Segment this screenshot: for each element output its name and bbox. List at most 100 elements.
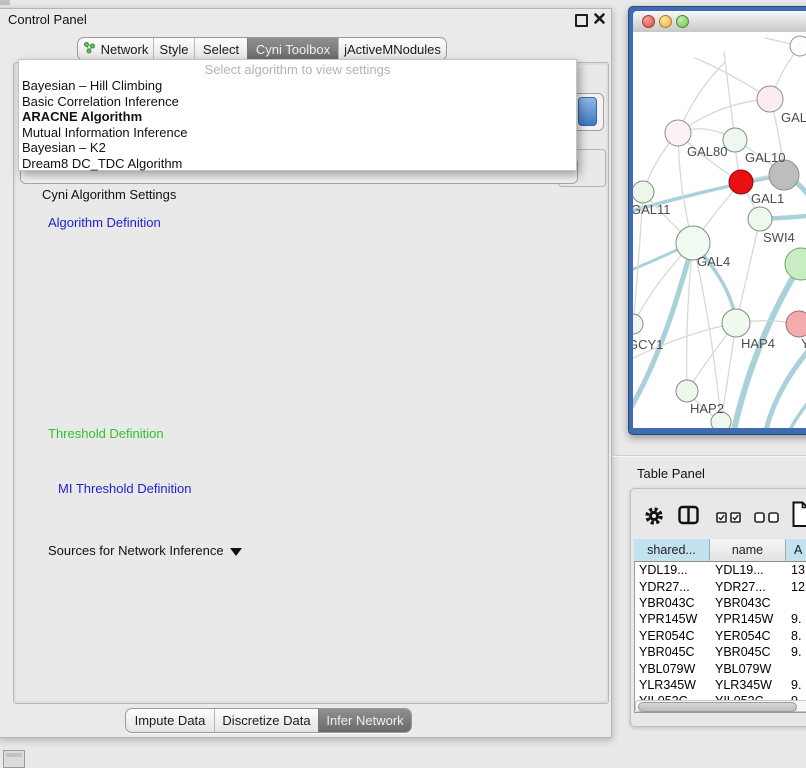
node-gal11[interactable]: [633, 181, 654, 203]
cyni-bottom-tabbar: Impute Data Discretize Data Infer Networ…: [125, 708, 412, 733]
table-row[interactable]: YBL079W YBL079W: [634, 660, 806, 676]
table-row[interactable]: YIL052C YIL052C 9: [634, 693, 806, 700]
dropdown-option-bayesian-hill-climbing[interactable]: Bayesian – Hill Climbing: [19, 78, 576, 94]
collapse-down-icon: [230, 548, 242, 556]
table-row[interactable]: YPR145W YPR145W 9.: [634, 611, 806, 627]
cell: YDR27...: [710, 580, 786, 594]
control-panel-tabbar: Network Style Select Cyni Toolbox jActiv…: [77, 37, 447, 61]
tab-impute-data[interactable]: Impute Data: [126, 709, 214, 732]
node-y[interactable]: [786, 311, 806, 337]
threshold-definition-title: Threshold Definition: [44, 426, 168, 441]
table-panel-title: Table Panel: [637, 466, 705, 481]
cell: YPR145W: [634, 612, 710, 626]
column-header-shared-name[interactable]: shared...: [634, 539, 710, 562]
node-gcy1[interactable]: [633, 314, 643, 334]
cell: 9.: [786, 678, 806, 692]
table-row[interactable]: YDR27... YDR27... 12: [634, 578, 806, 594]
tab-discretize-data[interactable]: Discretize Data: [214, 709, 318, 732]
cell: YLR345W: [634, 678, 710, 692]
tab-label: Network: [101, 42, 149, 57]
new-table-icon[interactable]: [792, 501, 806, 533]
tab-label: jActiveMNodules: [344, 42, 441, 57]
cell: YER054C: [634, 629, 710, 643]
node-unlabeled[interactable]: [790, 36, 806, 56]
table-row[interactable]: YDL19... YDL19... 13: [634, 562, 806, 578]
dropdown-option-dream8[interactable]: Dream8 DC_TDC Algorithm: [19, 156, 576, 172]
cell: YER054C: [710, 629, 786, 643]
tab-infer-network[interactable]: Infer Network: [318, 709, 411, 732]
close-panel-icon[interactable]: [593, 12, 606, 25]
select-all-icon[interactable]: [716, 512, 741, 523]
node-swi4[interactable]: [748, 207, 772, 231]
dropdown-option-aracne[interactable]: ARACNE Algorithm: [19, 109, 576, 125]
node-label: GAL10: [745, 150, 785, 165]
minimize-window-icon[interactable]: [659, 15, 672, 28]
node-gal1-selected[interactable]: [729, 170, 753, 194]
cell: YDR27...: [634, 580, 710, 594]
cell: YBR043C: [710, 596, 786, 610]
node-hap4[interactable]: [722, 309, 750, 337]
gear-icon[interactable]: [643, 505, 665, 532]
tab-jactivemnodules[interactable]: jActiveMNodules: [338, 38, 446, 60]
tab-label: Cyni Toolbox: [256, 42, 330, 57]
tab-network[interactable]: Network: [78, 38, 153, 60]
dropdown-option-bayesian-k2[interactable]: Bayesian – K2: [19, 140, 576, 156]
sources-title[interactable]: Sources for Network Inference: [44, 543, 246, 558]
table-row[interactable]: YER054C YER054C 8.: [634, 628, 806, 644]
cell: YBL079W: [710, 662, 786, 676]
node-label: HAP2: [690, 401, 724, 416]
minimized-panel-icon[interactable]: [3, 750, 25, 768]
tab-label: Select: [203, 42, 239, 57]
cell: YDL19...: [634, 563, 710, 577]
zoom-window-icon[interactable]: [676, 15, 689, 28]
tab-select[interactable]: Select: [194, 38, 247, 60]
column-header-clipped[interactable]: A: [786, 539, 806, 562]
panel-divider: [613, 455, 806, 457]
float-panel-icon[interactable]: [575, 14, 588, 27]
dropdown-option-mutual-information[interactable]: Mutual Information Inference: [19, 125, 576, 141]
tab-label: Style: [160, 42, 189, 57]
combo-spinner-button: [578, 97, 597, 126]
node-label: SWI4: [763, 230, 795, 245]
cell: 12: [786, 580, 806, 594]
tab-style[interactable]: Style: [153, 38, 194, 60]
node-label: GAL1: [751, 191, 784, 206]
split-panel-icon[interactable]: [678, 505, 699, 531]
node-label: Y: [801, 336, 806, 351]
node-hap2[interactable]: [676, 380, 698, 402]
network-icon: [83, 41, 96, 57]
cell: YBL079W: [634, 662, 710, 676]
node-green-right[interactable]: [785, 248, 806, 280]
table-rows: YDL19... YDL19... 13 YDR27... YDR27... 1…: [634, 562, 806, 700]
table-hscrollbar-thumb[interactable]: [638, 702, 797, 712]
node-label: GAL11: [633, 202, 671, 217]
algorithm-definition-title: Algorithm Definition: [44, 215, 165, 230]
cell: YBR045C: [710, 645, 786, 659]
dropdown-option-basic-correlation[interactable]: Basic Correlation Inference: [19, 94, 576, 110]
column-header-name[interactable]: name: [710, 539, 786, 562]
algorithm-dropdown-list: Select algorithm to view settings Bayesi…: [18, 59, 577, 171]
node-gal[interactable]: [757, 86, 783, 112]
cell: YDL19...: [710, 563, 786, 577]
tab-cyni-toolbox[interactable]: Cyni Toolbox: [247, 38, 338, 60]
tab-label: Infer Network: [326, 713, 403, 728]
cell: 8.: [786, 629, 806, 643]
cyni-settings-title: Cyni Algorithm Settings: [38, 187, 180, 202]
table-row[interactable]: YLR345W YLR345W 9.: [634, 677, 806, 693]
deselect-all-icon[interactable]: [754, 512, 779, 523]
tab-label: Discretize Data: [222, 713, 310, 728]
close-window-icon[interactable]: [642, 15, 655, 28]
table-row[interactable]: YBR045C YBR045C 9.: [634, 644, 806, 660]
tab-label: Impute Data: [135, 713, 206, 728]
network-node-labels: GAL GAL80 GAL10 GAL1 GAL11 SWI4 GAL4 GCY…: [633, 110, 806, 416]
cell: YLR345W: [710, 678, 786, 692]
node-label: GCY1: [633, 337, 663, 352]
node-label: HAP4: [741, 336, 775, 351]
cell: YBR045C: [634, 645, 710, 659]
cell: 13: [786, 563, 806, 577]
node-gal80[interactable]: [665, 120, 691, 146]
cell: YBR043C: [634, 596, 710, 610]
mi-threshold-group-title: MI Threshold Definition: [54, 481, 195, 496]
table-row[interactable]: YBR043C YBR043C: [634, 595, 806, 611]
network-canvas[interactable]: GAL GAL80 GAL10 GAL1 GAL11 SWI4 GAL4 GCY…: [633, 32, 806, 428]
